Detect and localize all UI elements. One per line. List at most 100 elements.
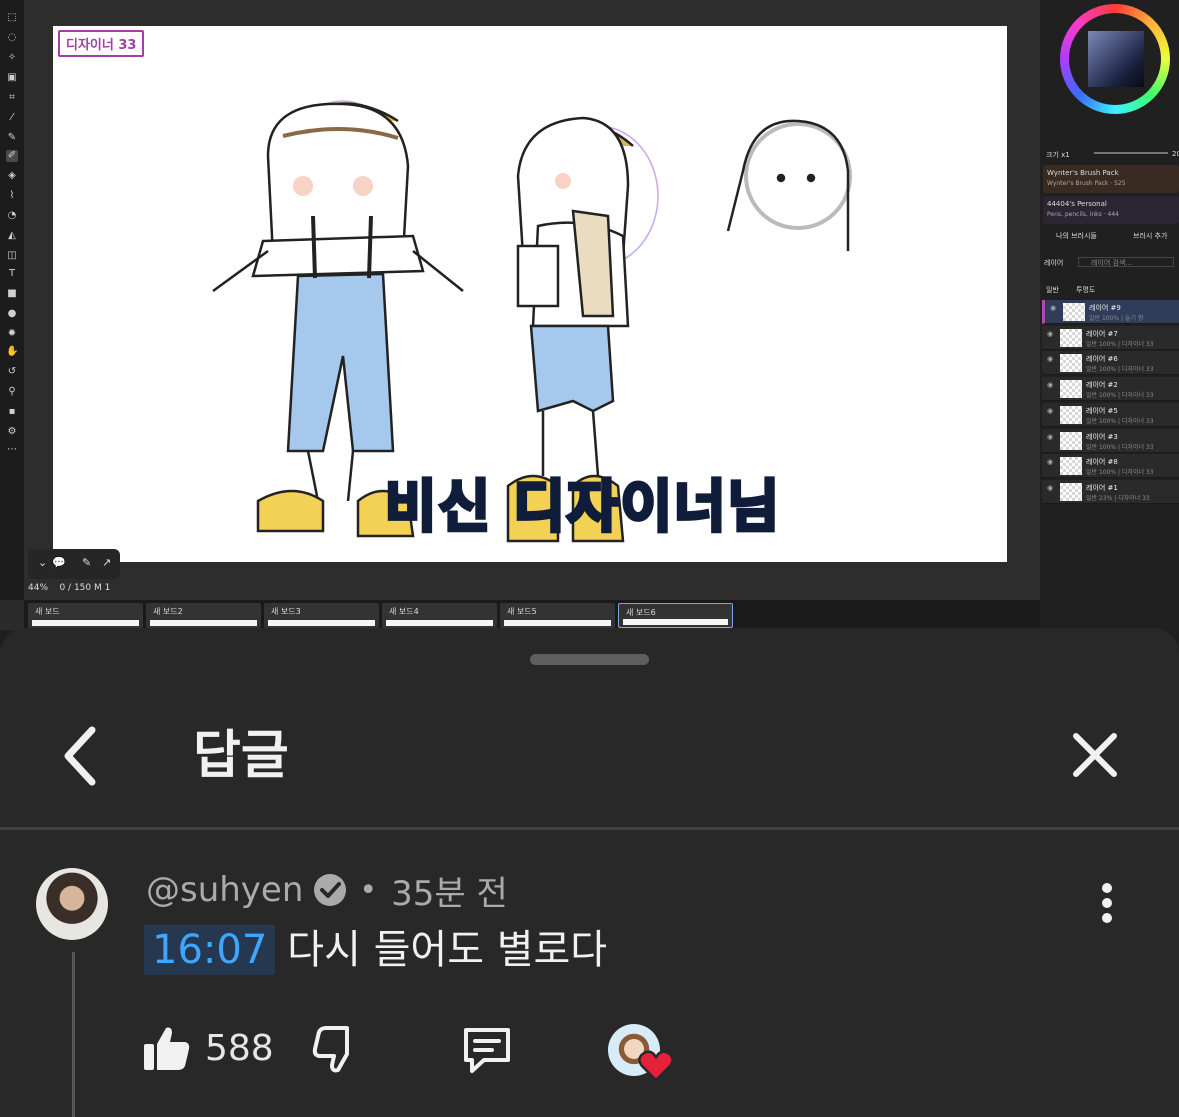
video-player[interactable]: ⬚ ◌ ✧ ▣ ⌗ ⁄ ✎ ✐ ◈ ⌇ ◔ ◭ ◫ T ■ ● ✹ ✋ ↺ ⚲ … [0,0,1179,630]
eraser-tool-icon[interactable]: ◈ [6,170,18,182]
magic-wand-tool-icon[interactable]: ✧ [6,52,18,64]
eye-icon: ◉ [1047,484,1054,492]
eyedropper-tool-icon[interactable]: ⁄ [6,112,18,124]
chevron-left-icon [64,726,96,786]
chevron-down-icon[interactable]: ⌄ [38,556,47,569]
blur-tool-icon[interactable]: ◔ [6,210,18,222]
brush-settings-icon[interactable]: ✎ [82,556,91,569]
board-label: 디자이너 33 [58,30,145,57]
comment-body: 16:07 다시 들어도 별로다 [144,924,607,976]
creator-heart [608,1024,674,1084]
eye-icon: ◉ [1047,458,1054,466]
layer-search-input[interactable]: 레이어 검색... [1078,257,1174,267]
crop-tool-icon[interactable]: ⌗ [6,92,18,104]
thread-line [72,952,75,1117]
my-brushes-toggle[interactable]: 나의 브러시들 [1056,231,1097,241]
close-icon [1073,733,1117,777]
color-picker-square[interactable] [1088,31,1144,87]
lasso-tool-icon[interactable]: ◌ [6,32,18,44]
rotate-tool-icon[interactable]: ↺ [6,366,18,378]
commenter-avatar[interactable] [36,868,108,940]
brush-tool-icon[interactable]: ✐ [6,150,18,162]
eye-icon: ◉ [1047,330,1054,338]
separator-dot: • [359,872,378,908]
opacity-label: 투명도 [1076,286,1096,294]
board-tab[interactable]: 새 보드2 [146,603,261,628]
layer-row[interactable]: ◉ 레이어 #7 일반 100% | 디자이너 33 [1042,326,1179,350]
eye-icon: ◉ [1047,355,1054,363]
comment-text: 다시 들어도 별로다 [287,927,608,973]
marquee-tool-icon[interactable]: ⬚ [6,12,18,24]
like-count: 588 [205,1028,274,1069]
zoom-level: 44% [28,583,49,593]
comment-icon [464,1028,510,1073]
board-tab[interactable]: 새 보드5 [500,603,615,628]
tool-sidebar: ⬚ ◌ ✧ ▣ ⌗ ⁄ ✎ ✐ ◈ ⌇ ◔ ◭ ◫ T ■ ● ✹ ✋ ↺ ⚲ … [0,0,24,600]
layer-row[interactable]: ◉ 레이어 #5 일반 100% | 디자이너 33 [1042,403,1179,427]
more-vertical-icon [1102,883,1112,923]
frame-suffix: M 1 [94,583,111,593]
comment-time: 35분 전 [391,873,508,914]
pen-tool-icon[interactable]: ✎ [6,132,18,144]
view-controls[interactable]: ⌄ 💬 ✎ ↗ [28,549,120,579]
board-tab-active[interactable]: 새 보드6 [618,603,733,628]
close-button[interactable] [1066,726,1124,784]
comment-author[interactable]: @suhyen [146,870,303,910]
layers-label: 레이어 [1044,259,1064,267]
comment-header: @suhyen • 35분 전 [146,868,508,914]
gradient-tool-icon[interactable]: ◫ [6,250,18,262]
add-brush-button[interactable]: 브러시 추가 [1133,231,1167,241]
rectangle-tool-icon[interactable]: ■ [6,288,18,300]
brush-size-label: 크기 x1 [1046,151,1070,159]
brush-size-slider[interactable] [1094,152,1168,154]
hand-tool-icon[interactable]: ✋ [6,346,18,358]
brush-size-value: 20 [1172,150,1179,158]
heart-icon [638,1050,674,1082]
verified-check-icon [314,874,347,906]
drag-handle[interactable] [530,654,649,665]
comment-tool-icon[interactable]: ▪ [6,406,18,418]
thumbs-up-icon [144,1027,190,1070]
back-button[interactable] [56,720,110,792]
eye-icon: ◉ [1050,304,1057,312]
layer-row[interactable]: ◉ 레이어 #1 일반 23% | 디자이너 33 [1042,480,1179,504]
text-tool-icon[interactable]: T [6,268,18,280]
layer-row[interactable]: ◉ 레이어 #2 일반 100% | 디자이너 33 [1042,377,1179,401]
frame-counter: 0 / 150 [59,583,92,593]
board-tabs: 새 보드 새 보드2 새 보드3 새 보드4 새 보드5 새 보드6 [24,600,1040,628]
chat-icon[interactable]: 💬 [52,556,66,569]
header-divider [0,827,1179,830]
layer-row[interactable]: ◉ 레이어 #8 일반 100% | 디자이너 33 [1042,454,1179,478]
character-sketch-3 [726,119,852,251]
like-button[interactable] [142,1024,192,1074]
shape-tool-icon[interactable]: ✹ [6,328,18,340]
fill-tool-icon[interactable]: ◭ [6,230,18,242]
dislike-button[interactable] [312,1024,362,1074]
pen-icon[interactable]: ↗ [102,556,111,569]
ellipse-tool-icon[interactable]: ● [6,308,18,320]
more-options-button[interactable] [1096,882,1118,924]
timestamp-link[interactable]: 16:07 [144,925,276,975]
layer-row[interactable]: ◉ 레이어 #9 일반 100% | 슬기 짱 [1042,300,1179,324]
brush-pack[interactable]: 44404's Personal Pens, pencils, inks · 4… [1043,196,1179,224]
eye-icon: ◉ [1047,433,1054,441]
brush-pack[interactable]: Wynter's Brush Pack Wynter's Brush Pack … [1043,165,1179,193]
eye-icon: ◉ [1047,407,1054,415]
zoom-tool-icon[interactable]: ⚲ [6,386,18,398]
reply-button[interactable] [460,1024,514,1076]
eye-icon: ◉ [1047,381,1054,389]
layer-row[interactable]: ◉ 레이어 #3 일반 100% | 디자이너 33 [1042,429,1179,453]
video-overlay-title: 비신 디자이너님 [383,473,782,542]
canvas-status: 44% 0 / 150 M 1 [28,583,110,593]
screen: ⬚ ◌ ✧ ▣ ⌗ ⁄ ✎ ✐ ◈ ⌇ ◔ ◭ ◫ T ■ ● ✹ ✋ ↺ ⚲ … [0,0,1179,1117]
board-tab[interactable]: 새 보드 [28,603,143,628]
sheet-title: 답글 [193,726,289,786]
settings-tool-icon[interactable]: ⚙ [6,426,18,438]
transform-tool-icon[interactable]: ▣ [6,72,18,84]
smudge-tool-icon[interactable]: ⌇ [6,190,18,202]
board-tab[interactable]: 새 보드4 [382,603,497,628]
more-tools-icon[interactable]: ⋯ [6,444,18,456]
board-tab[interactable]: 새 보드3 [264,603,379,628]
blend-mode-select[interactable]: 일반 [1046,285,1059,295]
layer-row[interactable]: ◉ 레이어 #6 일반 100% | 디자이너 33 [1042,351,1179,375]
